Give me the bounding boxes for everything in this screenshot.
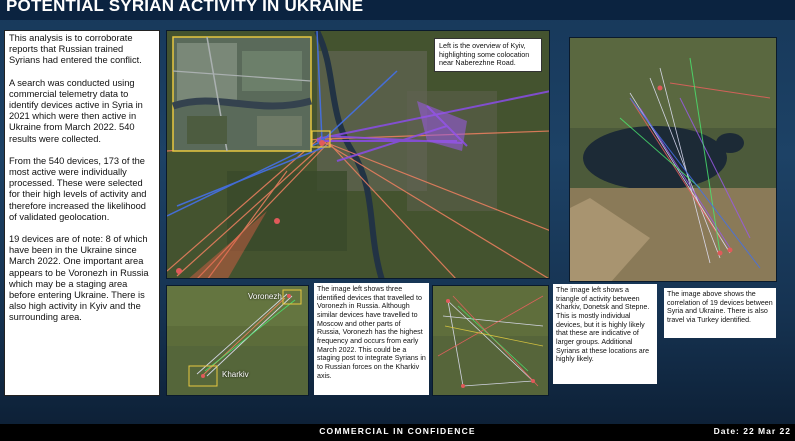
region-caption: The image above shows the correlation of… — [664, 288, 776, 338]
analysis-paragraph: This analysis is to corroborate reports … — [9, 33, 142, 66]
kyiv-overview-map: Left is the overview of Kyiv, highlighti… — [166, 30, 550, 279]
analysis-paragraph: A search was conducted using commercial … — [9, 77, 143, 144]
kyiv-map-note: Left is the overview of Kyiv, highlighti… — [434, 38, 542, 72]
triangle-caption: The image left shows a triangle of activ… — [553, 284, 657, 384]
triangle-map-graphic — [433, 286, 548, 395]
analysis-text-panel: This analysis is to corroborate reports … — [4, 30, 160, 396]
page-title: POTENTIAL SYRIAN ACTIVITY IN UKRAINE — [6, 0, 364, 15]
triangle-activity-map — [432, 285, 549, 396]
analysis-paragraph: 19 devices are of note: 8 of which have … — [9, 234, 149, 323]
title-bar: POTENTIAL SYRIAN ACTIVITY IN UKRAINE — [0, 0, 795, 20]
kharkiv-label: Kharkiv — [222, 370, 249, 379]
voronezh-caption: The image left shows three identified de… — [314, 283, 429, 395]
syria-ukraine-region-map — [569, 37, 777, 282]
region-map-graphic — [570, 38, 776, 281]
classification-label: COMMERCIAL IN CONFIDENCE — [319, 426, 476, 436]
date-label: Date: 22 Mar 22 — [713, 426, 791, 436]
russia-map-graphic — [167, 286, 308, 395]
voronezh-label: Voronezh — [248, 292, 282, 301]
analysis-paragraph: From the 540 devices, 173 of the most ac… — [9, 155, 147, 222]
voronezh-kharkiv-map: Voronezh Kharkiv — [166, 285, 309, 396]
